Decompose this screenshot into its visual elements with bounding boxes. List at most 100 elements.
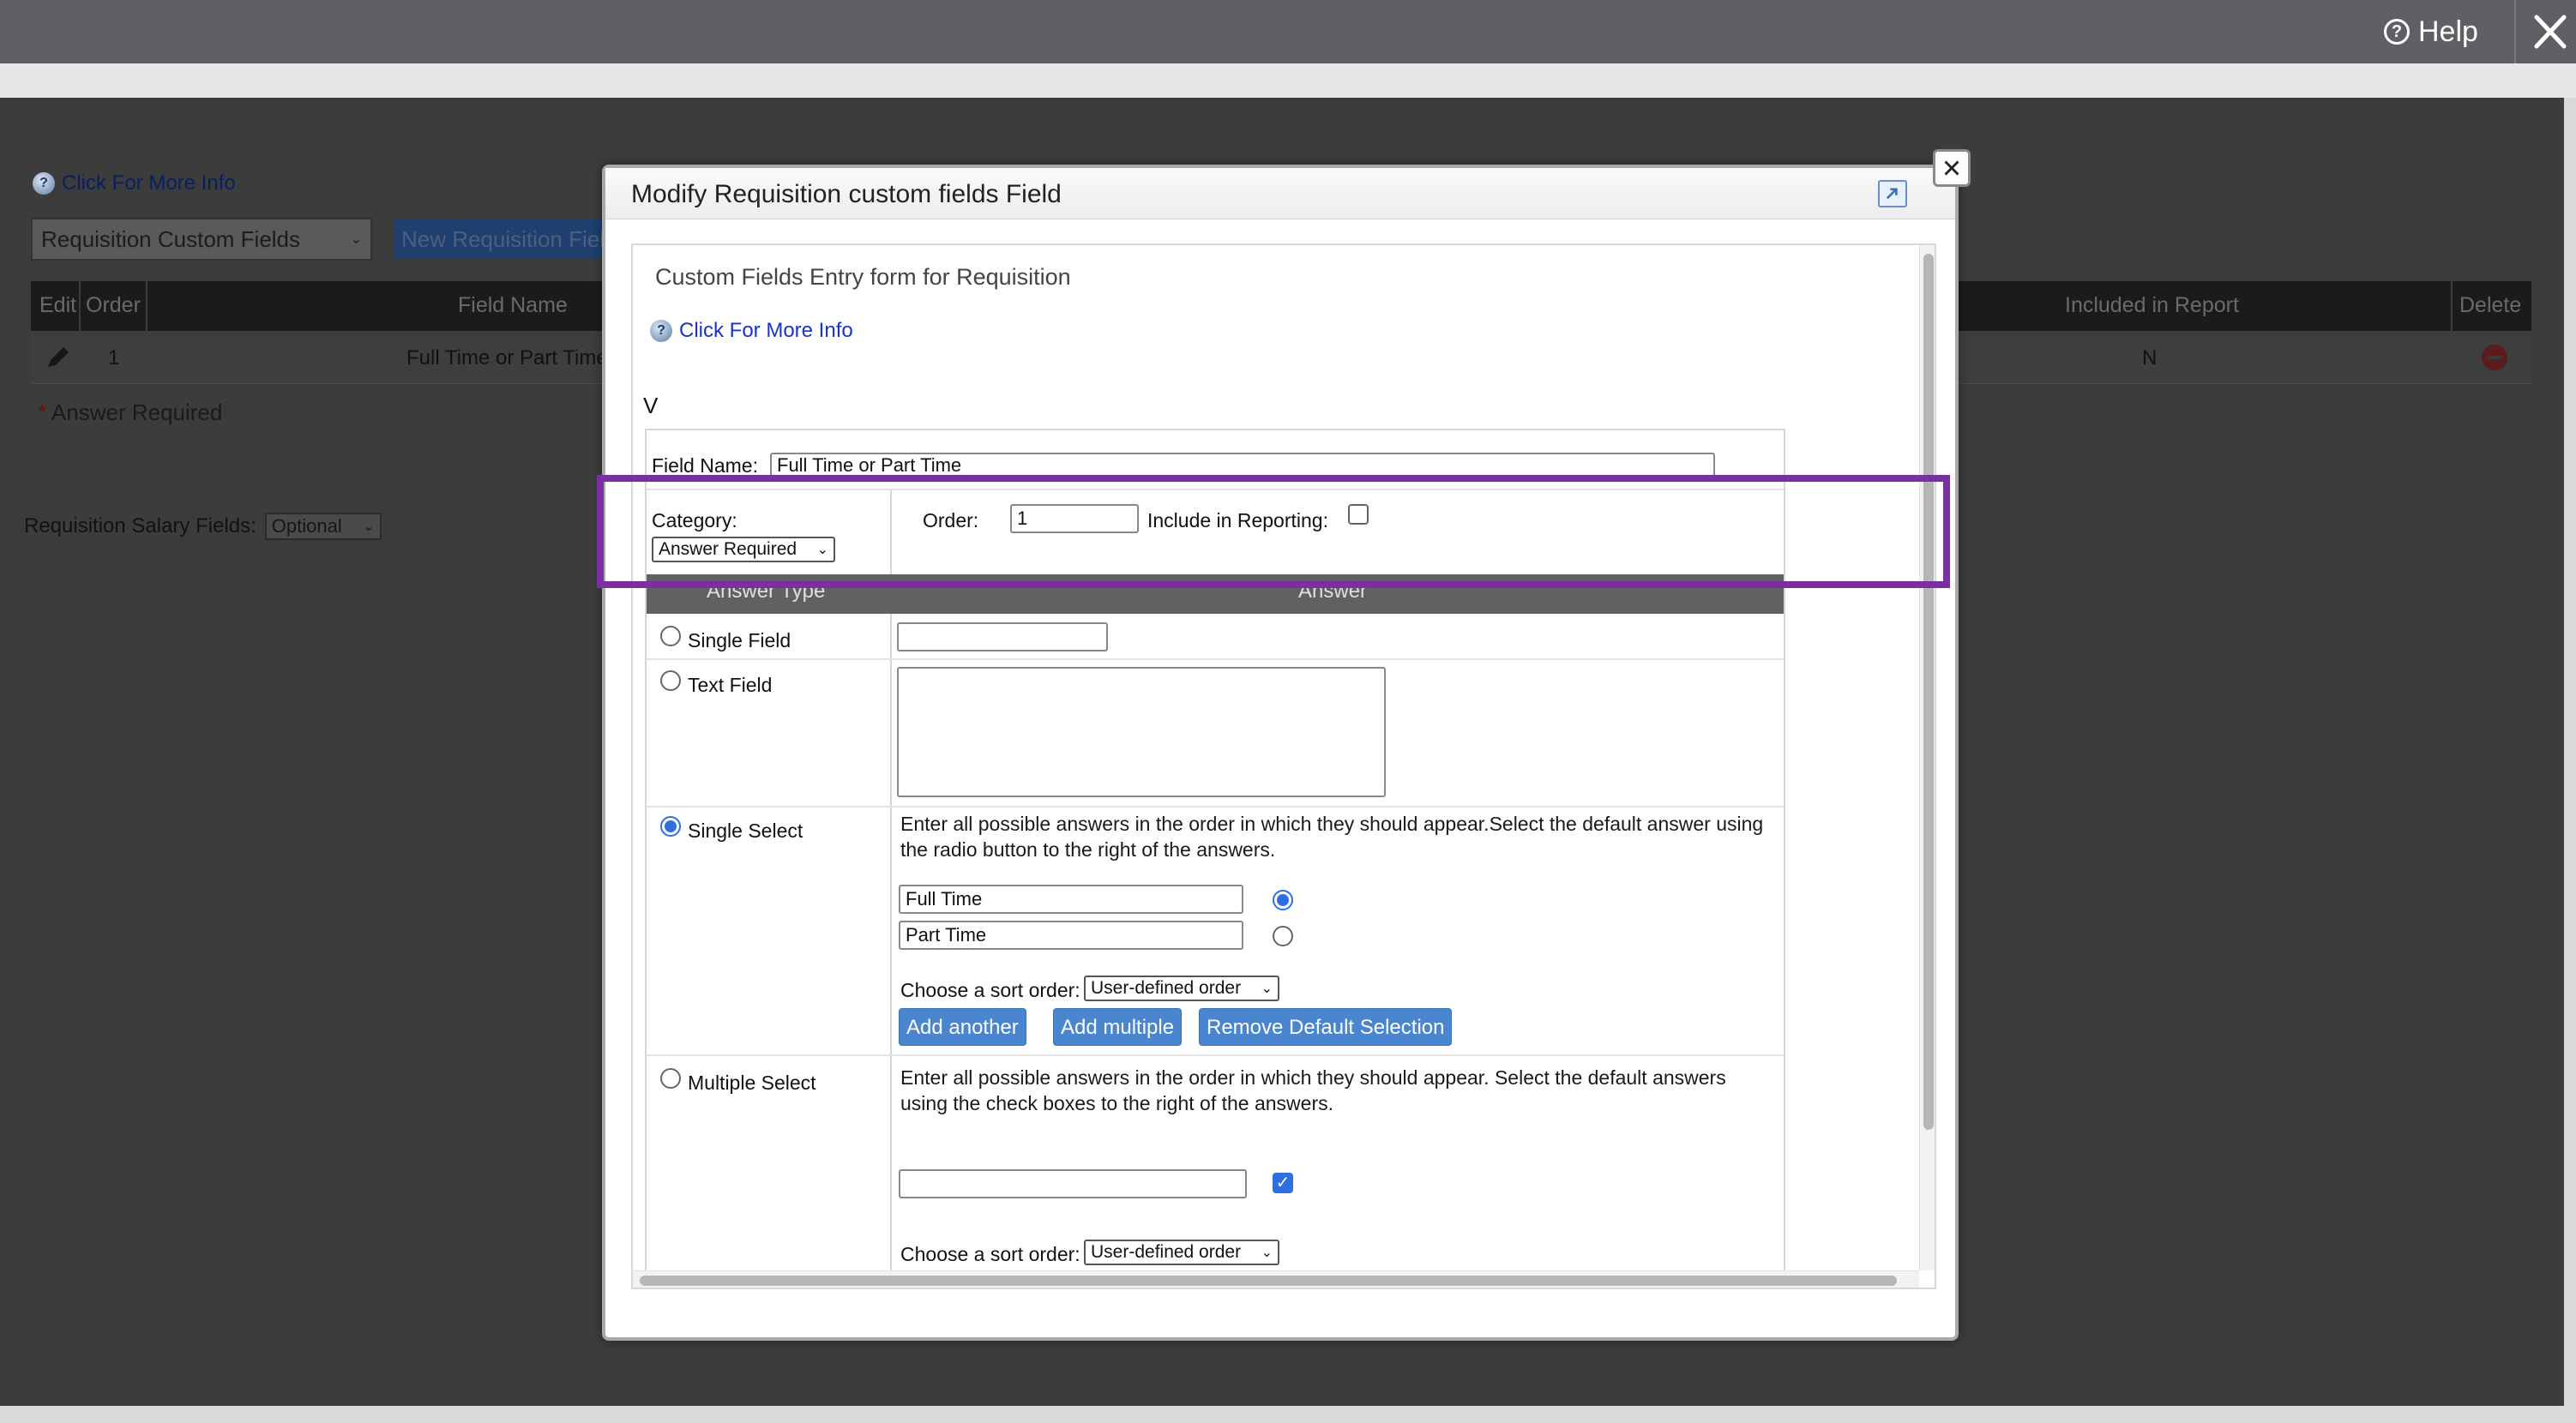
chevron-down-icon: ⌄ [363,519,375,534]
default-radio-2[interactable] [1273,926,1293,946]
option-input-2[interactable] [899,921,1243,950]
header-answer-type: Answer Type [707,579,826,603]
order-input[interactable] [1010,504,1139,533]
header-edit: Edit [39,293,77,317]
single-select-label: Single Select [688,820,803,842]
horizontal-scrollbar[interactable] [633,1270,1919,1288]
row-included: N [2142,346,2158,369]
chevron-down-icon: ⌄ [1261,982,1273,996]
info-icon: ? [650,320,672,342]
header-sep [79,281,81,331]
single-select-instructions: Enter all possible answers in the order … [900,813,1764,861]
remove-default-button[interactable]: Remove Default Selection [1199,1008,1453,1046]
multi-option-input[interactable] [899,1169,1247,1198]
option-input-1[interactable] [899,885,1243,914]
expand-icon[interactable] [1878,180,1907,207]
header-field-name: Field Name [458,293,568,317]
multiple-select-instructions: Enter all possible answers in the order … [900,1066,1726,1114]
multi-default-checkbox[interactable]: ✓ [1273,1173,1293,1193]
row-order: 1 [108,346,120,369]
modal-title: Modify Requisition custom fields Field [631,180,1062,208]
help-label: Help [2418,15,2478,48]
header-order: Order [86,293,141,317]
sort-order-label: Choose a sort order: [900,979,1080,1001]
add-another-button[interactable]: Add another [899,1008,1026,1046]
single-field-input[interactable] [897,622,1108,651]
reporting-checkbox[interactable] [1348,504,1369,525]
multi-sort-order-select[interactable]: User-defined order ⌄ [1084,1240,1279,1265]
modal-scroll-area: Custom Fields Entry form for Requisition… [631,243,1936,1289]
v-marker: V [643,393,659,418]
header-included: Included in Report [2065,293,2239,317]
order-label: Order: [923,509,979,531]
sort-order-value: User-defined order [1091,978,1242,998]
row-field-name: Full Time or Part Time [406,346,608,369]
modal-title-bar: Modify Requisition custom fields Field [605,168,1955,219]
header-sep [146,281,147,331]
answer-table-header: Answer Type Answer [647,574,1784,614]
close-icon[interactable] [2525,5,2576,58]
chevron-down-icon: ⌄ [1261,1246,1273,1260]
field-name-input[interactable] [770,453,1715,478]
modify-field-modal: Modify Requisition custom fields Field C… [602,165,1959,1341]
vertical-scrollbar[interactable] [1919,245,1935,1270]
field-name-label: Field Name: [652,454,758,477]
top-divider [2514,0,2516,63]
help-icon: ? [2384,19,2410,45]
chevron-down-icon: ⌄ [350,232,362,247]
row-divider [647,658,1784,660]
info-icon: ? [33,172,55,195]
bottom-strip [0,1406,2576,1423]
column-divider [890,614,892,1288]
sort-order-select[interactable]: User-defined order ⌄ [1084,976,1279,1001]
background-info-link[interactable]: ? Click For More Info [33,171,236,195]
row-divider [647,1054,1784,1056]
salary-select[interactable]: Optional ⌄ [264,513,382,540]
multiple-select-radio[interactable] [660,1068,681,1089]
header-answer: Answer [1298,579,1368,603]
default-radio-1[interactable] [1273,890,1293,910]
single-field-label: Single Field [688,629,791,651]
salary-label: Requisition Salary Fields: [24,514,256,537]
category-select-value: Answer Required [659,539,797,559]
multi-sort-order-value: User-defined order [1091,1242,1242,1262]
top-bar: ? Help [0,0,2576,63]
text-field-label: Text Field [688,674,773,696]
custom-fields-select-value: Requisition Custom Fields [41,225,301,252]
single-field-radio[interactable] [660,626,681,646]
header-sep [2451,281,2453,331]
close-icon [1944,160,1959,176]
delete-icon[interactable] [2482,345,2507,370]
answer-required-label: Answer Required [51,399,223,425]
reporting-label: Include in Reporting: [1147,509,1328,531]
text-field-textarea[interactable] [897,667,1386,797]
salary-fields: Requisition Salary Fields: Optional ⌄ [24,513,382,540]
answer-required-note: * Answer Required [38,399,222,426]
modal-close-button[interactable] [1933,149,1971,187]
help-link[interactable]: ? Help [2384,10,2478,53]
vertical-scroll-thumb[interactable] [1923,254,1934,1130]
sub-bar [0,63,2576,98]
required-star-icon: * [38,399,47,425]
new-field-button[interactable]: New Requisition Field [394,219,609,259]
form-table: Field Name: Category: Answer Required ⌄ … [645,429,1785,1288]
multiple-select-label: Multiple Select [688,1072,816,1094]
category-select[interactable]: Answer Required ⌄ [652,537,835,562]
horizontal-scroll-thumb[interactable] [640,1276,1897,1286]
category-label: Category: [652,509,737,531]
add-multiple-button[interactable]: Add multiple [1053,1008,1183,1046]
text-field-radio[interactable] [660,670,681,691]
pencil-icon[interactable] [43,341,74,372]
column-divider [890,490,892,574]
form-info-label: Click For More Info [679,319,853,342]
form-info-link[interactable]: ? Click For More Info [650,319,853,343]
custom-fields-select[interactable]: Requisition Custom Fields ⌄ [31,218,372,261]
multi-sort-order-label: Choose a sort order: [900,1243,1080,1265]
background-info-label: Click For More Info [62,171,236,195]
row-divider [647,489,1784,490]
single-select-radio[interactable] [660,816,681,837]
form-heading: Custom Fields Entry form for Requisition [655,264,1071,290]
right-gutter [2564,98,2576,1406]
header-delete: Delete [2459,293,2522,317]
salary-select-value: Optional [271,515,342,537]
